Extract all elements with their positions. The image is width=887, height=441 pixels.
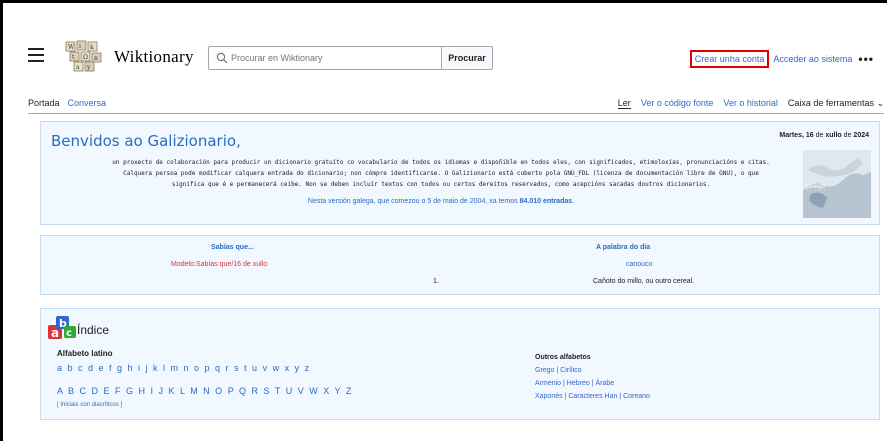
entry-count-line: Nesta versión galega, que comezou o 5 de…: [307, 198, 575, 205]
tab-conversa[interactable]: Conversa: [68, 98, 107, 108]
svg-text:a: a: [76, 64, 80, 71]
tab-ler[interactable]: Ler: [617, 98, 631, 109]
word-of-the-day-definition: Cañoto do millo, ou outro cereal.: [593, 278, 695, 285]
welcome-description: un proxecto de colaboración para produci…: [112, 159, 770, 188]
login-link[interactable]: Acceder ao sistema: [773, 54, 852, 64]
tools-dropdown[interactable]: Caixa de ferramentas ⌄: [788, 98, 884, 109]
other-alphabets-label: Outros alfabetos: [535, 354, 591, 361]
did-you-know-title: Sabías que...: [211, 244, 254, 251]
more-options-icon[interactable]: •••: [858, 52, 874, 66]
other-alphabets-links-2[interactable]: Armenio | Hebreo | Árabe: [535, 380, 614, 387]
uppercase-letter-links[interactable]: A B C D E F G H I J K L M N O P Q R S T …: [57, 386, 353, 396]
did-you-know-template-link[interactable]: Modelo:Sabías que/16 de xullo: [171, 261, 267, 268]
site-header: W i k t Ω n a y Wiktionary Procurar Crea…: [28, 38, 884, 80]
list-number: 1.: [433, 278, 439, 285]
svg-text:k: k: [90, 44, 94, 51]
svg-text:n: n: [94, 55, 98, 62]
wiktionary-logo-icon[interactable]: W i k t Ω n a y: [64, 40, 104, 72]
search-input[interactable]: [208, 46, 441, 70]
tab-history[interactable]: Ver o historial: [723, 98, 778, 109]
word-of-the-day-link[interactable]: canouco: [626, 261, 652, 268]
svg-text:galego: galego: [805, 183, 826, 190]
user-links: Crear unha conta Acceder ao sistema •••: [686, 50, 874, 68]
svg-text:i: i: [79, 43, 81, 50]
welcome-box: Benvidos ao Galizionario, Martes, 16 de …: [40, 121, 880, 225]
current-date: Martes, 16 de xullo de 2024: [779, 132, 869, 139]
window-top-border: [0, 0, 887, 3]
other-alphabets-links-1[interactable]: Grego | Cirílico: [535, 367, 582, 374]
galicia-map-icon[interactable]: galego: [803, 150, 871, 218]
create-account-link[interactable]: Crear unha conta: [689, 50, 770, 68]
index-title: Índice: [77, 323, 110, 337]
search-bar: Procurar: [208, 46, 493, 70]
entry-count[interactable]: 84.010 entradas: [520, 198, 573, 205]
svg-text:y: y: [86, 64, 91, 71]
window-left-border: [0, 0, 3, 441]
latin-alphabet-label: Alfabeto latino: [57, 349, 113, 358]
svg-text:W: W: [68, 44, 75, 51]
index-box: a b c Índice Alfabeto latino a b c d e f…: [40, 308, 880, 420]
site-name[interactable]: Wiktionary: [114, 47, 194, 67]
word-of-the-day-title: A palabra do día: [596, 244, 651, 251]
tab-view-source[interactable]: Ver o código fonte: [641, 98, 714, 109]
page-tabs: Portada Conversa Ler Ver o código fonte …: [28, 96, 884, 114]
other-alphabets-links-3[interactable]: Xaponés | Caracteres Han | Coreano: [535, 393, 650, 400]
diacritics-link[interactable]: [ Iniciais con diacríticos ]: [57, 402, 122, 408]
did-you-know-box: Sabías que... Modelo:Sabías que/16 de xu…: [40, 235, 880, 295]
abc-blocks-icon: a b c: [48, 316, 76, 340]
lowercase-letter-links[interactable]: a b c d e f g h i j k l m n o p q r s t …: [57, 363, 311, 373]
main-menu-icon[interactable]: [28, 48, 44, 62]
tab-portada[interactable]: Portada: [28, 98, 60, 108]
search-button[interactable]: Procurar: [441, 46, 493, 70]
search-icon: [216, 52, 228, 64]
svg-text:Ω: Ω: [83, 54, 88, 61]
svg-text:c: c: [66, 328, 72, 339]
welcome-title: Benvidos ao Galizionario,: [51, 132, 241, 150]
